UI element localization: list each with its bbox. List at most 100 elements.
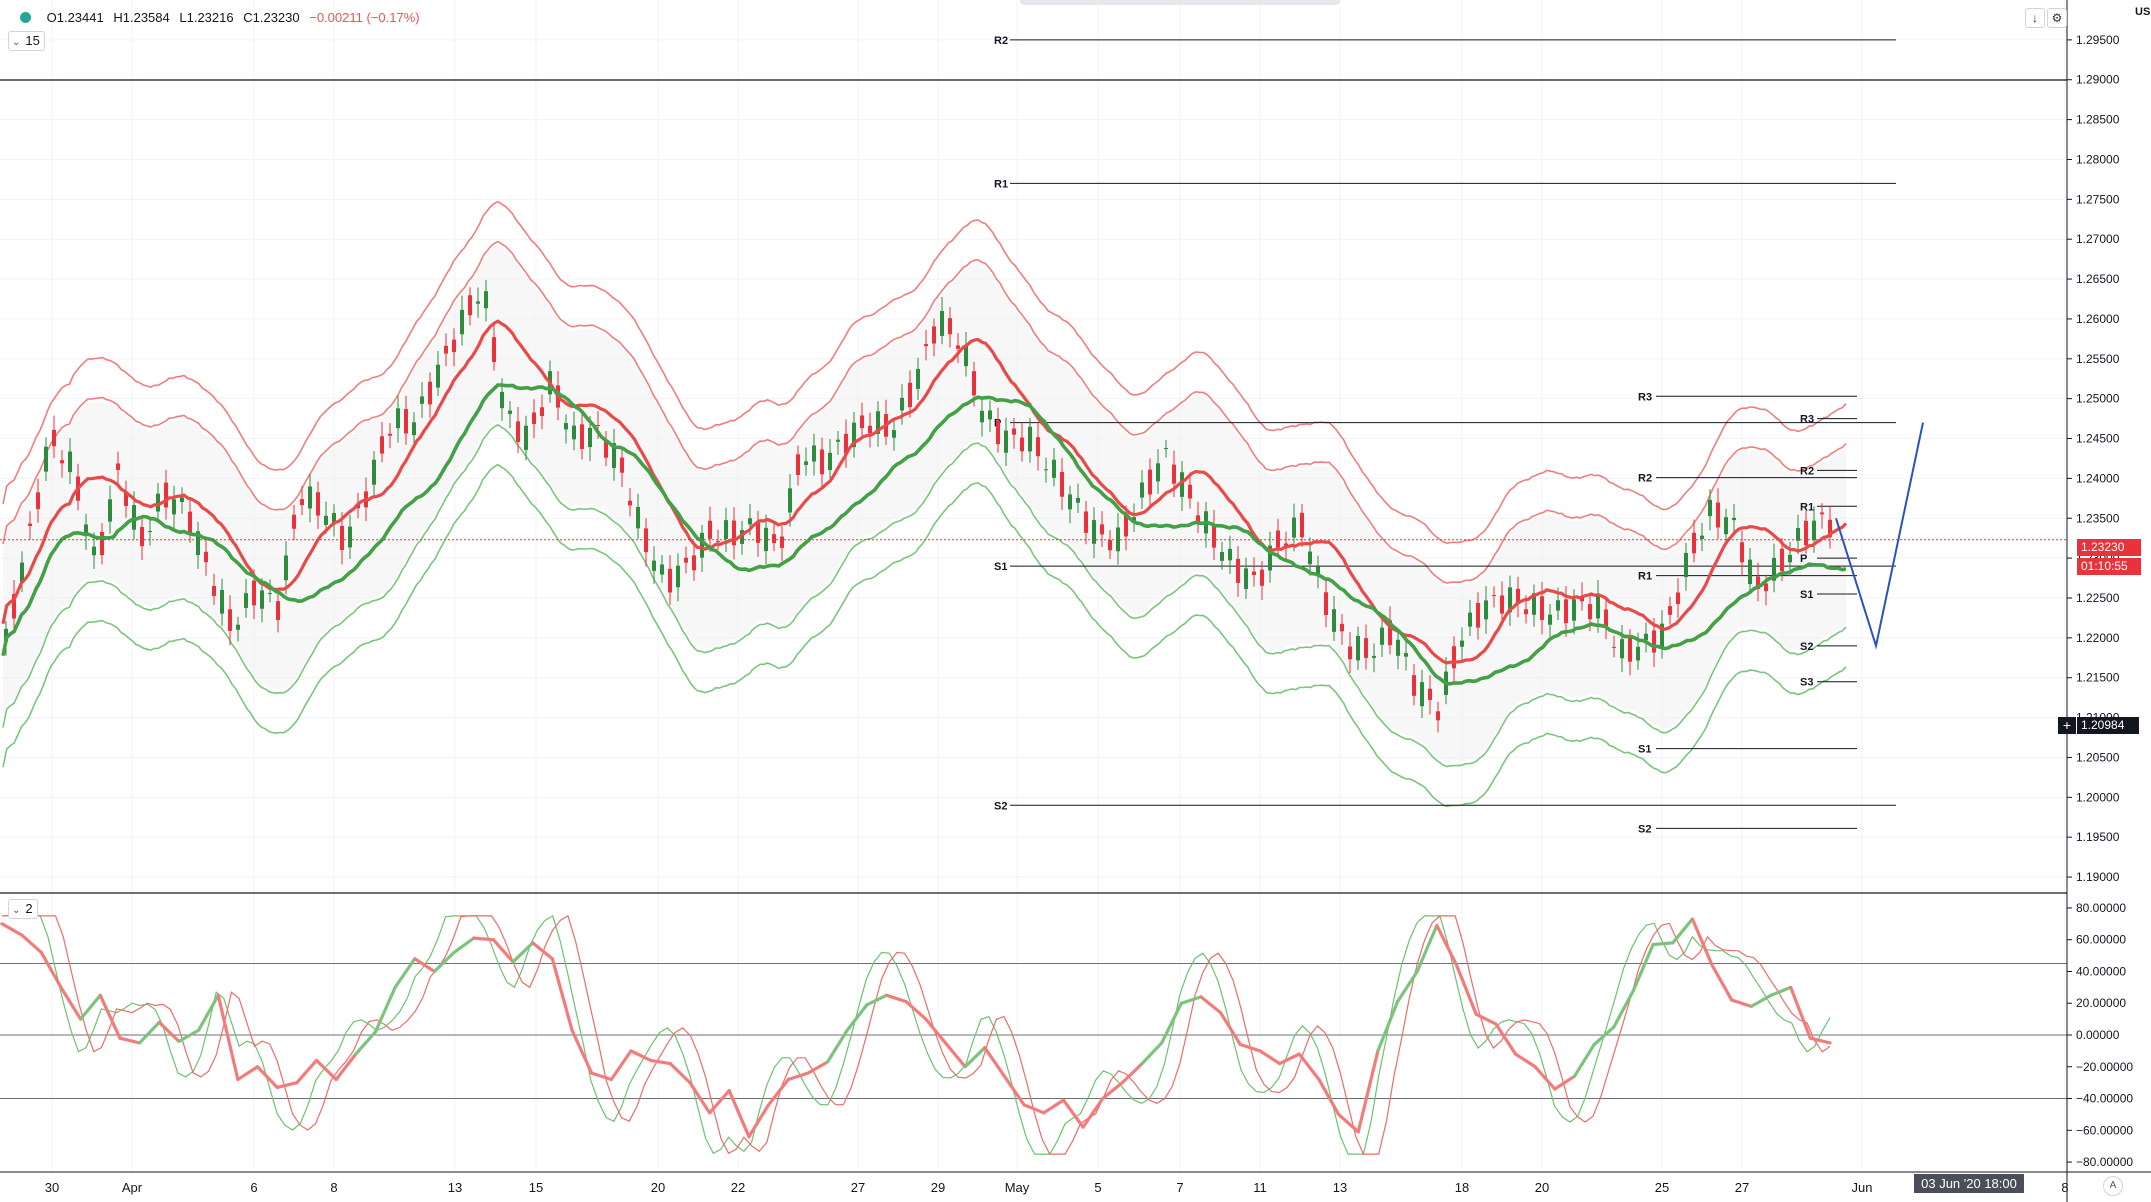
candle-body [1108,540,1112,551]
oscillator-main-line [20,933,43,955]
auto-scale-button[interactable]: A [2103,1176,2123,1196]
candle-body [1612,646,1616,648]
daily-pivot-label: P [1800,553,1807,565]
candle-body [1652,630,1656,653]
candle-body [1716,502,1720,528]
settings-icon[interactable]: ⚙ [2047,8,2067,28]
candle-body [1524,609,1528,615]
candle-body [108,499,112,522]
candle-body [708,520,712,539]
candle-body [524,425,528,450]
candle-body [748,518,752,525]
candle-body [1460,640,1464,647]
candle-body [1084,511,1088,533]
candle-body [236,624,240,630]
main-pane-legend[interactable]: ⌄ 15 [8,31,45,51]
oscillator-main-line [1140,1041,1164,1066]
ohlc-legend: O1.23441 H1.23584 L1.23216 C1.23230 −0.0… [20,10,426,25]
candle-body [1220,552,1224,561]
currency-label: USD [2135,6,2151,18]
weekly-pivot-label: R1 [1638,571,1652,583]
candle-body [1556,600,1560,611]
candle-body [1572,599,1576,621]
candle-body [716,541,720,543]
candle-body [540,407,544,417]
osc-pane-legend-value: 2 [25,901,33,916]
candle-body [1252,571,1256,575]
chevron-down-icon[interactable]: ⌄ [12,905,20,916]
chevron-down-icon[interactable]: ⌄ [12,37,20,48]
envelope-fill [3,245,1846,763]
osc-tick-label: −80.00000 [2076,1155,2133,1169]
candle-body [1148,469,1152,495]
price-tick-label: 1.20000 [2076,790,2120,804]
candle-body [1276,530,1280,548]
candle-body [1044,469,1048,471]
candle-body [436,364,440,388]
scroll-down-button[interactable]: ↓ [2025,8,2045,28]
candle-body [1436,711,1440,721]
chart-canvas[interactable]: R2R1PS1S2R3R2R1S1S2R3R2R1PS1S2S3 1.19000… [0,0,2151,1202]
candle-body [892,430,896,438]
candle-body [1364,638,1368,658]
osc-tick-label: 40.00000 [2076,964,2126,978]
candle-body [860,415,864,429]
candle-body [204,551,208,563]
candle-body [284,555,288,581]
price-tick-label: 1.27500 [2076,192,2120,206]
osc-pane-legend[interactable]: ⌄ 2 [8,899,38,919]
oscillator-main-line [0,922,24,937]
candle-body [412,422,416,436]
candle-body [1020,437,1024,452]
price-tick-label: 1.27000 [2076,232,2120,246]
candle-body [508,410,512,414]
price-tick-label: 1.19000 [2076,870,2120,884]
time-tick-label: 5 [1094,1180,1101,1195]
osc-tick-label: −40.00000 [2076,1092,2133,1106]
candle-body [1484,600,1488,620]
candle-body [900,397,904,411]
time-tick-label: 29 [931,1180,945,1195]
candle-body [1628,637,1632,662]
candle-body [1548,614,1552,625]
candle-body [660,564,664,575]
oscillator-main-line [413,957,437,974]
price-tick-label: 1.21500 [2076,671,2120,685]
candle-body [1164,448,1168,450]
time-tick-label: 15 [529,1180,543,1195]
candle-body [1060,471,1064,497]
drag-handle[interactable] [1020,0,1340,5]
time-tick-label: 7 [1176,1180,1183,1195]
price-tick-label: 1.19500 [2076,830,2120,844]
candle-body [596,424,600,426]
daily-pivot-label: R2 [1800,465,1814,477]
cursor-time-tag: 03 Jun '20 18:00 [1914,1174,2024,1193]
candle-body [1236,558,1240,583]
candle-body [724,520,728,540]
candle-body [1428,688,1432,701]
candle-body [812,445,816,462]
oscillator-main-line [1435,923,1459,967]
oscillator-main-line [79,993,102,1021]
candle-body [1620,639,1624,659]
candle-body [804,461,808,465]
crosshair-plus-icon[interactable]: + [2058,717,2076,734]
oscillator-main-line [177,1028,201,1043]
oscillator-main-line [1572,1042,1596,1078]
candle-body [212,586,216,596]
candle-body [988,410,992,420]
candle-body [500,391,504,409]
candle-body [1820,512,1824,515]
oscillator-main-line [727,1088,751,1139]
oscillator-main-line [1395,969,1419,1004]
oscillator-main-line [452,936,476,955]
candle-body [492,337,496,363]
oscillator-main-line [884,993,908,1004]
oscillator-main-line [649,1058,672,1066]
oscillator-main-line [1474,1012,1498,1026]
candle-body [1348,646,1352,660]
candle-body [220,589,224,614]
candle-body [460,309,464,335]
candle-body [180,497,184,503]
candle-body [1244,568,1248,590]
